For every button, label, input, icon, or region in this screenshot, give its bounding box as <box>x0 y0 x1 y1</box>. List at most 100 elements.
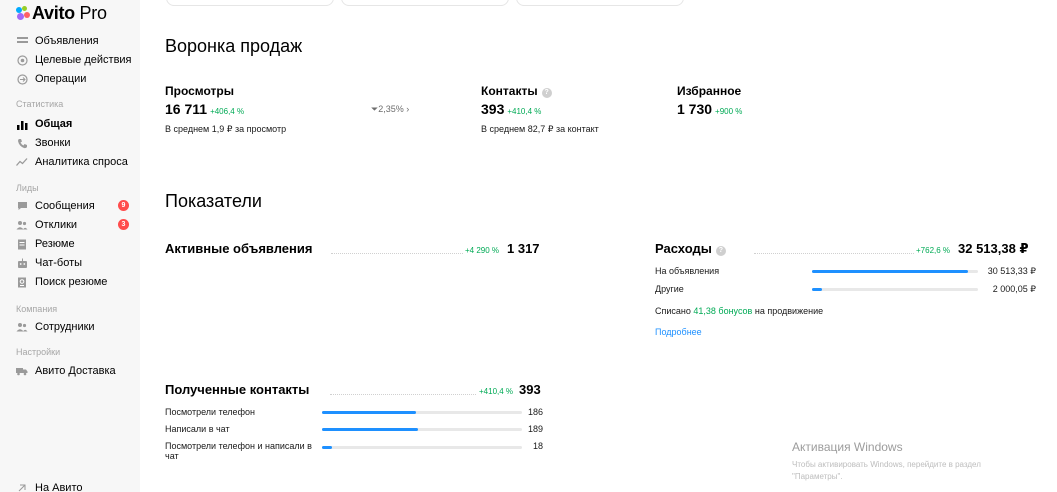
sidebar-item-responses[interactable]: Отклики 3 <box>16 216 140 234</box>
sidebar-item-listings[interactable]: Объявления <box>16 32 140 50</box>
filter-pill[interactable] <box>516 0 684 6</box>
expense-bar <box>812 270 978 273</box>
contact-row-label: Посмотрели телефон <box>165 407 255 417</box>
filter-pill[interactable] <box>166 0 334 6</box>
sidebar-item-label: Поиск резюме <box>35 276 108 288</box>
document-icon <box>16 238 28 250</box>
favorites-value: 1 730 <box>677 101 713 117</box>
sidebar-item-label: Аналитика спроса <box>35 156 128 168</box>
trend-icon <box>16 156 28 168</box>
contact-row-label: Посмотрели телефон и написали в чат <box>165 441 312 461</box>
bot-icon <box>16 257 28 269</box>
sidebar-item-label: Общая <box>35 118 73 130</box>
expense-row-label: Другие <box>655 284 684 294</box>
contacts-label: Контакты <box>481 84 538 98</box>
contact-bar-fill <box>322 411 416 414</box>
sidebar-item-label: Целевые действия <box>35 54 132 66</box>
details-link[interactable]: Подробнее <box>655 327 702 337</box>
back-to-avito-link[interactable]: На Авито <box>16 479 140 492</box>
logo-suffix: Pro <box>74 2 107 23</box>
expense-bar-fill <box>812 288 822 291</box>
arrow-up-left-icon <box>16 482 28 492</box>
sidebar-item-messages[interactable]: Сообщения 9 <box>16 197 140 215</box>
funnel-title: Воронка продаж <box>165 36 303 56</box>
views-value: 16 711 <box>165 101 208 117</box>
nav-group-stats: Статистика <box>16 99 64 109</box>
filter-pill[interactable] <box>341 0 509 6</box>
search-doc-icon <box>16 276 28 288</box>
expense-row-value: 2 000,05 ₽ <box>992 284 1036 294</box>
expense-row-label: На объявления <box>655 266 720 276</box>
chevron-right-icon: › <box>406 104 410 114</box>
contact-bar <box>322 446 522 449</box>
sidebar-item-label: Звонки <box>35 137 71 149</box>
responses-count-badge: 3 <box>118 219 129 230</box>
sidebar-item-label: Объявления <box>35 35 99 47</box>
avito-pro-logo[interactable]: Avito Pro <box>16 2 107 24</box>
sidebar-item-resume[interactable]: Резюме <box>16 235 140 253</box>
messages-count-badge: 9 <box>118 200 129 211</box>
views-note: В среднем 1,9 ₽ за просмотр <box>165 124 287 134</box>
contacts-value-block: 393 +410,4 % <box>481 101 541 117</box>
sidebar: Avito Pro Объявления Целевые действия Оп… <box>0 0 140 492</box>
nav-group-company: Компания <box>16 304 58 314</box>
chat-icon <box>16 200 28 212</box>
sidebar-item-calls[interactable]: Звонки <box>16 134 140 152</box>
sidebar-item-operations[interactable]: Операции <box>16 70 140 88</box>
sidebar-item-label: Авито Доставка <box>35 365 116 377</box>
bonus-prefix: Списано <box>655 306 694 316</box>
help-icon[interactable]: ? <box>715 246 726 256</box>
favorites-value-block: 1 730 +900 % <box>677 101 742 117</box>
active-ads-value: 1 317 <box>507 241 540 256</box>
contact-bar <box>322 428 522 431</box>
expense-bar-fill <box>812 270 969 273</box>
help-icon[interactable]: ? <box>541 88 552 98</box>
sidebar-item-employees[interactable]: Сотрудники <box>16 318 140 336</box>
expenses-delta: +762,6 % <box>916 246 951 255</box>
conversion-toggle[interactable]: ⏷2,35% › <box>371 104 409 115</box>
contact-row-value: 186 <box>527 407 543 417</box>
contacts-delta: +410,4 % <box>507 107 542 116</box>
expenses-value: 32 513,38 ₽ <box>958 241 1029 256</box>
sidebar-item-label: Чат-боты <box>35 257 83 269</box>
sidebar-item-label: Резюме <box>35 238 75 250</box>
views-value-block: 16 711 +406,4 % <box>165 101 244 117</box>
sidebar-item-general[interactable]: Общая <box>16 115 140 133</box>
people-icon <box>16 219 28 231</box>
windows-activation-subtitle: Чтобы активировать Windows, перейдите в … <box>792 460 981 481</box>
contacts-note: В среднем 82,7 ₽ за контакт <box>481 124 599 134</box>
views-label: Просмотры <box>165 84 235 98</box>
favorites-delta: +900 % <box>715 107 743 116</box>
sidebar-item-target-actions[interactable]: Целевые действия <box>16 51 140 69</box>
active-ads-label: Активные объявления <box>165 241 313 256</box>
listing-icon <box>16 35 28 47</box>
expense-row-value: 30 513,33 ₽ <box>987 266 1036 276</box>
sidebar-item-label: Отклики <box>35 219 78 231</box>
expenses-label: Расходы <box>655 241 712 256</box>
bonus-link[interactable]: 41,38 бонусов <box>693 306 752 316</box>
favorites-label: Избранное <box>677 84 742 98</box>
contacts-value: 393 <box>481 101 505 117</box>
expense-bar <box>812 288 978 291</box>
bonus-note: Списано 41,38 бонусов на продвижение <box>655 306 823 316</box>
operations-icon <box>16 73 28 85</box>
sidebar-item-chatbots[interactable]: Чат-боты <box>16 254 140 272</box>
sidebar-item-avito-delivery[interactable]: Авито Доставка <box>16 362 140 380</box>
dotted-leader <box>754 253 914 254</box>
phone-icon <box>16 137 28 149</box>
sidebar-item-resume-search[interactable]: Поиск резюме <box>16 273 140 291</box>
windows-activation-title: Активация Windows <box>792 440 903 454</box>
target-icon <box>16 54 28 66</box>
expenses-label-block: Расходы? <box>655 241 726 256</box>
contact-bar-fill <box>322 428 418 431</box>
active-ads-delta: +4 290 % <box>465 246 500 255</box>
sidebar-item-demand-analytics[interactable]: Аналитика спроса <box>16 153 140 171</box>
contacts-label-block: Контакты? <box>481 84 552 98</box>
dotted-leader <box>331 253 463 254</box>
contact-row-value: 189 <box>527 424 543 434</box>
sidebar-item-label: Сотрудники <box>35 321 95 333</box>
indicators-title: Показатели <box>165 191 262 211</box>
truck-icon <box>16 365 28 377</box>
dotted-leader <box>330 394 476 395</box>
views-delta: +406,4 % <box>210 107 245 116</box>
